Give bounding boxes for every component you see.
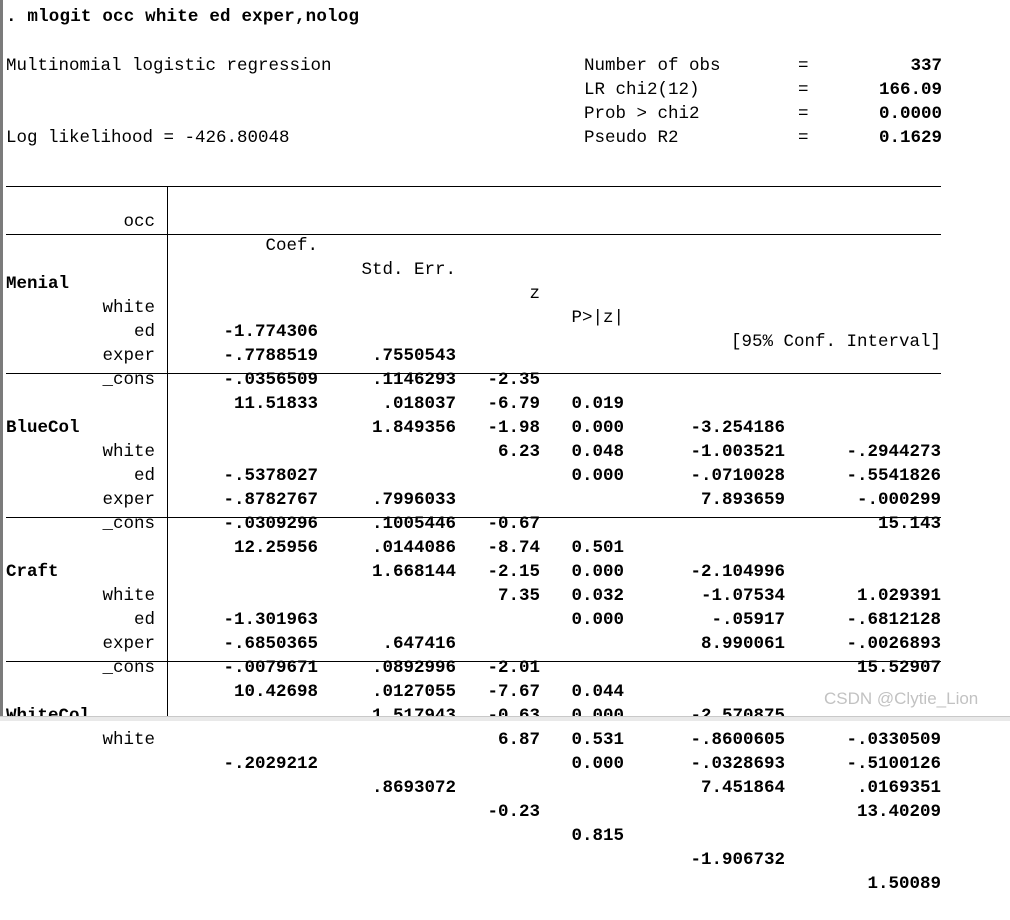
row-coef: -.0356509 (223, 370, 318, 390)
row-pvalue: 0.815 (571, 826, 624, 846)
stat-row-number-of-obs: Number of obs = 337 (584, 54, 942, 78)
row-z: -2.01 (487, 658, 540, 678)
row-term: _cons (102, 658, 155, 678)
row-stderr: .1146293 (371, 370, 456, 390)
table-row[interactable]: white -1.301963 .647416 -2.01 0.044 -2.5… (0, 560, 1010, 750)
stat-row-prob-chi2: Prob > chi2 = 0.0000 (584, 102, 942, 126)
table-header-row: occ Coef. Std. Err. z P>|z| [95% Conf. I… (0, 186, 1010, 352)
table-row[interactable]: ed -.8782767 .1005446 -8.74 0.000 -1.075… (0, 440, 1010, 630)
table-row[interactable]: ed -.7788519 .1146293 -6.79 0.000 -1.003… (0, 296, 1010, 486)
model-title: Multinomial logistic regression (6, 56, 332, 76)
row-ci-high: 13.40209 (856, 802, 941, 822)
table-row[interactable]: white -1.774306 .7550543 -2.35 0.019 -3.… (0, 272, 1010, 462)
stat-value: 0.0000 (878, 104, 942, 124)
row-pvalue: 0.000 (571, 754, 624, 774)
table-row[interactable]: exper -.0356509 .018037 -1.98 0.048 -.07… (0, 320, 1010, 510)
row-stderr: .1005446 (371, 514, 456, 534)
row-ci-high: 15.143 (877, 514, 941, 534)
row-ci-high: -.5100126 (846, 754, 941, 774)
column-header-occ: occ (123, 212, 155, 232)
table-row[interactable]: _cons 10.42698 1.517943 6.87 0.000 7.451… (0, 632, 1010, 822)
row-term: white (102, 730, 155, 750)
stat-row-pseudo-r2: Pseudo R2 = 0.1629 (584, 126, 942, 150)
group-label-craft: Craft (0, 536, 1010, 582)
stat-equals-sign: = (798, 104, 809, 124)
row-ci-low: -1.906732 (690, 850, 785, 870)
stat-label: Pseudo R2 (584, 128, 679, 148)
row-ci-low: 7.451864 (700, 778, 785, 798)
row-coef: -.2029212 (223, 754, 318, 774)
row-z: -2.35 (487, 370, 540, 390)
stat-equals-sign: = (798, 56, 809, 76)
stat-value: 166.09 (878, 80, 942, 100)
row-coef: -.0309296 (223, 514, 318, 534)
stat-value: 337 (910, 56, 942, 76)
row-ci-high: 1.50089 (867, 874, 941, 894)
row-ci-high: 15.52907 (856, 658, 941, 678)
row-ci-high: .0169351 (856, 778, 941, 798)
row-z: -0.23 (487, 802, 540, 822)
table-row[interactable]: _cons 12.25956 1.668144 7.35 0.000 8.990… (0, 488, 1010, 678)
stat-label: LR chi2(12) (584, 80, 700, 100)
row-term: _cons (102, 370, 155, 390)
stat-label: Number of obs (584, 56, 721, 76)
row-coef: -.0079671 (223, 658, 318, 678)
group-label-bluecol: BlueCol (0, 392, 1010, 438)
table-row[interactable]: white -.5378027 .7996033 -0.67 0.501 -2.… (0, 416, 1010, 606)
row-ci-low: -.8600605 (690, 730, 785, 750)
row-ci-low: -.0328693 (690, 754, 785, 774)
row-pvalue: 0.531 (571, 730, 624, 750)
table-row[interactable]: ed -.6850365 .0892996 -7.67 0.000 -.8600… (0, 584, 1010, 774)
group-label-whitecol: WhiteCol (0, 680, 1010, 726)
table-row[interactable]: exper -.0309296 .0144086 -2.15 0.032 -.0… (0, 464, 1010, 654)
group-label-menial: Menial (0, 248, 1010, 294)
row-term: _cons (102, 514, 155, 534)
row-stderr: .0892996 (371, 658, 456, 678)
window-bottom-edge (0, 716, 1010, 721)
row-ci-high: -.0330509 (846, 730, 941, 750)
stat-equals-sign: = (798, 128, 809, 148)
row-z: -0.67 (487, 514, 540, 534)
coefficient-table: occ Coef. Std. Err. z P>|z| [95% Conf. I… (0, 186, 1010, 894)
table-row[interactable]: _cons 11.51833 1.849356 6.23 0.000 7.893… (0, 344, 1010, 534)
stat-row-lr-chi2: LR chi2(12) = 166.09 (584, 78, 942, 102)
table-header-rule (6, 234, 941, 235)
stat-label: Prob > chi2 (584, 104, 700, 124)
table-row[interactable]: exper -.0079671 .0127055 -0.63 0.531 -.0… (0, 608, 1010, 798)
stat-equals-sign: = (798, 80, 809, 100)
stata-results-console[interactable]: . mlogit occ white ed exper,nolog Multin… (0, 0, 1010, 894)
row-z: 6.87 (497, 730, 540, 750)
stat-value: 0.1629 (878, 128, 942, 148)
log-likelihood-line: Log likelihood = -426.80048 (6, 128, 290, 148)
command-echo-line: . mlogit occ white ed exper,nolog (6, 7, 360, 27)
row-stderr: .8693072 (371, 778, 456, 798)
